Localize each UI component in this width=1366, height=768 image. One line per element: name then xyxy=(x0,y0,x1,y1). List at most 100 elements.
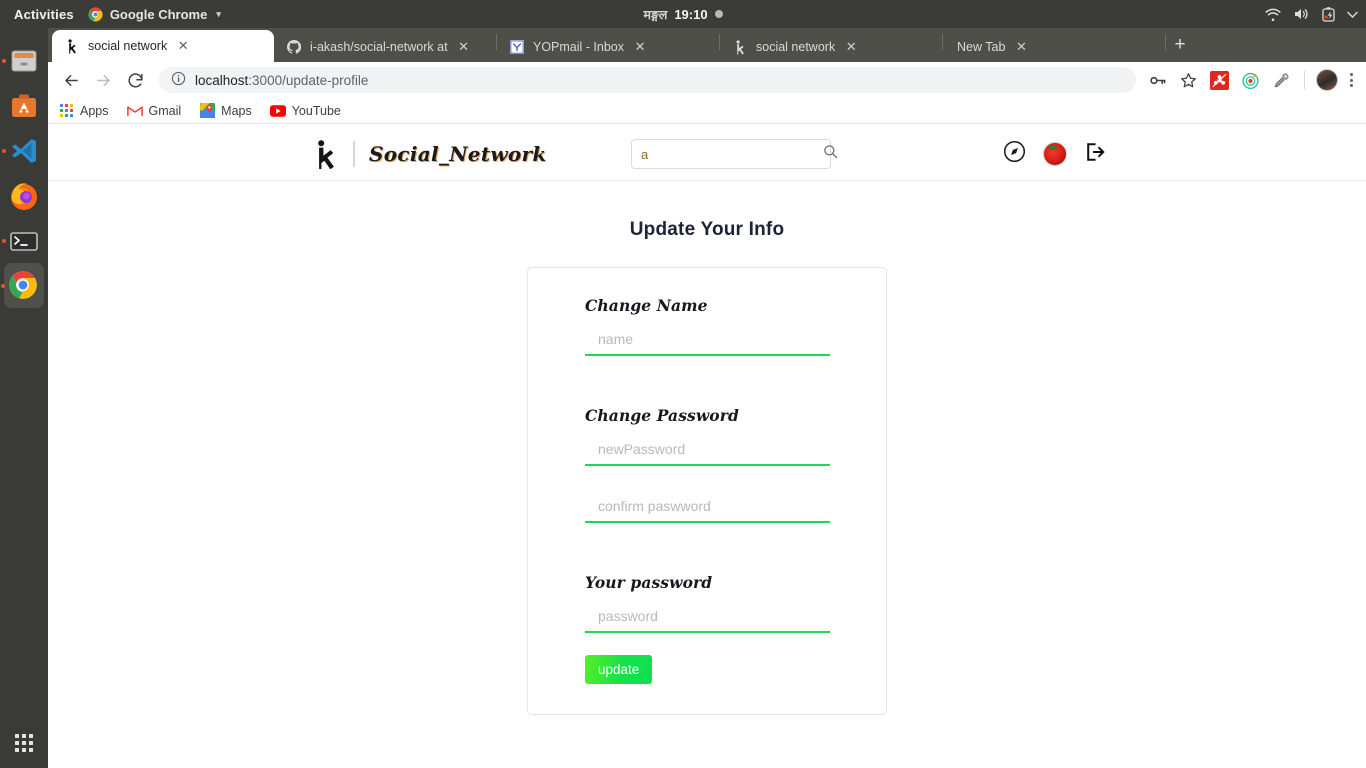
files-icon xyxy=(8,45,40,77)
k-figure-icon xyxy=(313,139,339,170)
header-actions xyxy=(1003,140,1106,168)
url-path: :3000/update-profile xyxy=(248,72,369,88)
k-logo-icon xyxy=(732,39,748,55)
bookmark-label: Maps xyxy=(221,103,252,118)
maps-icon xyxy=(199,103,215,119)
volume-icon xyxy=(1293,7,1310,21)
chrome-window: social network ✕ i-akash/social-network … xyxy=(48,28,1366,768)
tab-title: social network xyxy=(88,39,168,53)
show-applications-button[interactable] xyxy=(0,718,48,768)
running-indicator xyxy=(1,283,5,288)
github-icon xyxy=(286,39,302,55)
tab-title: social network xyxy=(756,40,836,54)
brand-logo[interactable]: Social_Network xyxy=(313,139,547,170)
apps-grid-icon xyxy=(15,734,33,752)
bookmark-label: Gmail xyxy=(148,103,182,118)
site-info-icon[interactable] xyxy=(171,71,186,89)
update-profile-card: Change Name Change Password Your passwor… xyxy=(527,267,887,715)
system-tray[interactable] xyxy=(1265,0,1358,28)
url-host: localhost xyxy=(195,72,249,88)
tab-close-icon[interactable]: ✕ xyxy=(632,39,648,55)
update-button[interactable]: update xyxy=(585,655,653,684)
ubuntu-dock xyxy=(0,28,48,768)
tab-close-icon[interactable]: ✕ xyxy=(456,39,472,55)
profile-avatar[interactable] xyxy=(1316,69,1338,91)
extension-red-icon[interactable] xyxy=(1207,68,1231,92)
gmail-icon xyxy=(126,103,143,119)
clock-day: मङ्गल xyxy=(643,7,668,22)
brand-name: Social_Network xyxy=(369,142,547,166)
explore-compass-icon[interactable] xyxy=(1003,140,1026,168)
bookmark-gmail[interactable]: Gmail xyxy=(126,103,182,119)
tab-yopmail-inbox[interactable]: YOPmail - Inbox ✕ xyxy=(497,32,719,62)
section-label-change-name: Change Name xyxy=(585,296,708,315)
activities-button[interactable]: Activities xyxy=(0,7,88,22)
chevron-down-icon: ▾ xyxy=(216,8,221,19)
password-key-icon[interactable] xyxy=(1145,68,1169,92)
vscode-icon xyxy=(8,135,40,167)
battery-charging-icon xyxy=(1322,6,1335,22)
chrome-menu-icon[interactable] xyxy=(1345,73,1358,87)
search-input[interactable] xyxy=(641,146,817,162)
brand-divider xyxy=(353,141,355,167)
bookmark-apps[interactable]: Apps xyxy=(58,103,109,119)
confirm-password-input[interactable] xyxy=(585,498,830,523)
system-menu-caret-icon[interactable] xyxy=(1347,11,1358,18)
extension-teal-icon[interactable] xyxy=(1238,68,1262,92)
youtube-icon xyxy=(269,103,286,119)
ubuntu-software-icon xyxy=(8,90,40,122)
search-icon[interactable] xyxy=(823,144,838,164)
bookmark-youtube[interactable]: YouTube xyxy=(269,103,341,119)
tab-close-icon[interactable]: ✕ xyxy=(1013,39,1029,55)
new-tab-button[interactable]: + xyxy=(1166,31,1194,59)
chrome-icon xyxy=(88,7,103,22)
section-label-your-password: Your password xyxy=(585,573,713,592)
running-indicator xyxy=(2,148,6,153)
terminal-icon xyxy=(8,225,40,257)
address-bar-url: localhost:3000/update-profile xyxy=(195,73,368,88)
gnome-top-bar: Activities Google Chrome ▾ मङ्गल 19:10 xyxy=(0,0,1366,28)
tab-strip: social network ✕ i-akash/social-network … xyxy=(48,28,1366,62)
dock-item-ubuntu-software[interactable] xyxy=(0,83,48,128)
name-input[interactable] xyxy=(585,331,830,356)
dock-item-google-chrome[interactable] xyxy=(1,263,44,308)
bookmark-star-icon[interactable] xyxy=(1176,68,1200,92)
dock-item-vscode[interactable] xyxy=(0,128,48,173)
new-password-input[interactable] xyxy=(585,441,830,466)
tab-new-tab[interactable]: New Tab ✕ xyxy=(943,32,1165,62)
bookmark-maps[interactable]: Maps xyxy=(199,103,252,119)
forward-button[interactable] xyxy=(88,65,118,95)
page-title: Update Your Info xyxy=(629,219,785,240)
site-header: Social_Network xyxy=(48,128,1366,181)
yopmail-icon xyxy=(509,39,525,55)
dock-item-terminal[interactable] xyxy=(0,218,48,263)
bookmarks-bar: Apps Gmail Maps YouTube xyxy=(48,98,1366,124)
google-chrome-icon xyxy=(8,270,40,302)
tab-close-icon[interactable]: ✕ xyxy=(843,39,859,55)
address-bar[interactable]: localhost:3000/update-profile xyxy=(159,67,1136,93)
tab-title: YOPmail - Inbox xyxy=(533,40,625,54)
app-menu-chrome[interactable]: Google Chrome ▾ xyxy=(88,7,221,22)
tab-social-network-2[interactable]: social network ✕ xyxy=(720,32,942,62)
reload-button[interactable] xyxy=(120,65,150,95)
search-box[interactable] xyxy=(631,139,838,169)
browser-toolbar: localhost:3000/update-profile xyxy=(48,62,1366,98)
profile-avatar-icon[interactable] xyxy=(1043,142,1067,166)
running-indicator xyxy=(2,58,6,63)
back-button[interactable] xyxy=(56,65,86,95)
dock-item-firefox[interactable] xyxy=(0,173,48,218)
tab-social-network-1[interactable]: social network ✕ xyxy=(52,30,274,62)
logout-icon[interactable] xyxy=(1084,141,1106,168)
dock-item-files[interactable] xyxy=(0,38,48,83)
tab-github-social-network[interactable]: i-akash/social-network at ✕ xyxy=(274,32,496,62)
eyedropper-icon[interactable] xyxy=(1269,68,1293,92)
tab-close-icon[interactable]: ✕ xyxy=(175,38,191,54)
page-viewport: Social_Network a Update Your Info Change… xyxy=(48,128,1366,768)
bookmark-label: Apps xyxy=(80,103,109,118)
current-password-input[interactable] xyxy=(585,608,830,633)
toolbar-icons xyxy=(1145,68,1358,92)
